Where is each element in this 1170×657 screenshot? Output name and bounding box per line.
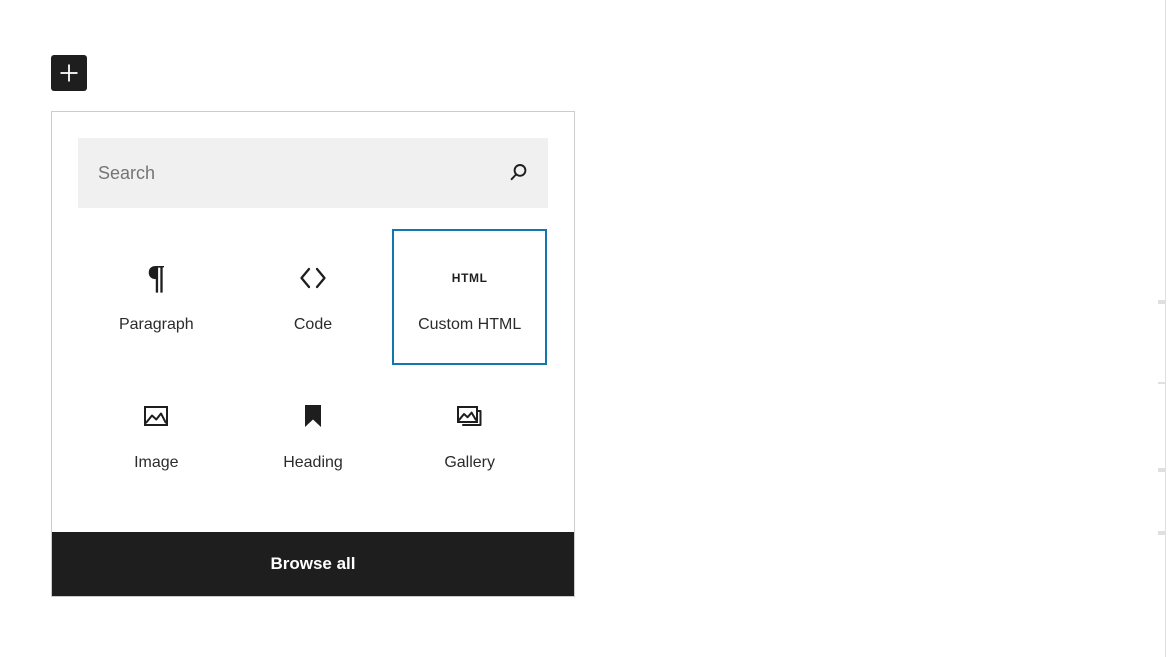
- block-tile-label: Heading: [283, 454, 343, 471]
- editor-canvas: ¶ Paragraph Code: [0, 0, 1170, 657]
- block-inserter-popover: ¶ Paragraph Code: [51, 111, 575, 597]
- block-tile-label: Gallery: [444, 454, 495, 471]
- block-tile-heading[interactable]: Heading: [235, 367, 391, 503]
- block-tile-image[interactable]: Image: [79, 367, 234, 503]
- bookmark-icon: [298, 399, 328, 433]
- block-tile-label: Paragraph: [118, 316, 194, 333]
- block-tile-custom-html[interactable]: HTML Custom HTML: [392, 229, 547, 365]
- right-panel-edge: [1165, 0, 1166, 657]
- inserter-body: ¶ Paragraph Code: [52, 112, 574, 532]
- search-row: [78, 138, 548, 208]
- right-panel-tick: [1158, 382, 1165, 384]
- search-input[interactable]: [78, 138, 548, 208]
- right-panel-tick: [1158, 531, 1165, 535]
- block-tile-label: Code: [293, 316, 333, 333]
- code-brackets-icon: [296, 261, 330, 295]
- block-tile-code[interactable]: Code: [235, 229, 391, 365]
- gallery-icon: [453, 399, 487, 433]
- block-tile-gallery[interactable]: Gallery: [392, 367, 547, 503]
- image-icon: [140, 399, 172, 433]
- block-tile-label: Custom HTML: [418, 316, 522, 333]
- right-panel-tick: [1158, 468, 1165, 472]
- block-tile-paragraph[interactable]: ¶ Paragraph: [79, 229, 234, 365]
- block-type-grid: ¶ Paragraph Code HTML Custom HTML Image …: [78, 228, 548, 504]
- right-panel-tick: [1158, 300, 1165, 304]
- browse-all-button[interactable]: Browse all: [52, 532, 574, 596]
- html-icon-label: HTML: [451, 271, 488, 285]
- pilcrow-icon: ¶: [147, 259, 166, 296]
- html-text-icon: HTML: [452, 261, 488, 295]
- block-tile-label: Image: [134, 454, 179, 471]
- plus-icon: [58, 62, 80, 84]
- add-block-button[interactable]: [51, 55, 87, 91]
